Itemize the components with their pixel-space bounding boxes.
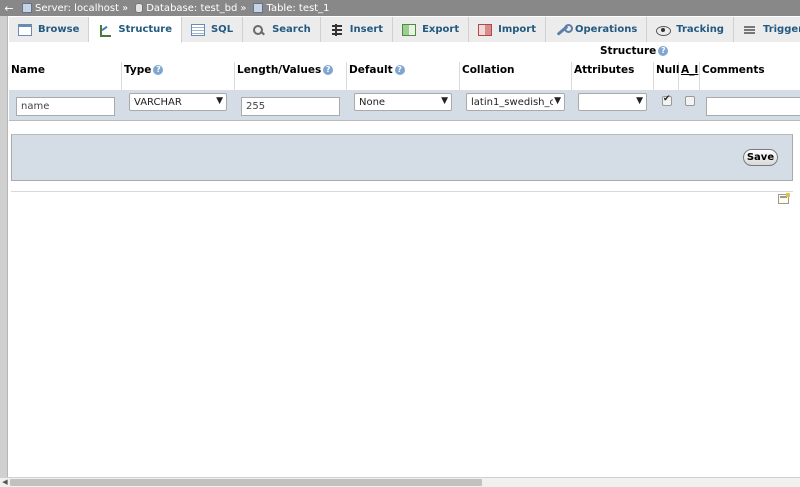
table-icon (253, 3, 264, 13)
tab-label: Import (498, 24, 536, 35)
caption-text: Structure (600, 45, 657, 57)
tab-export[interactable]: Export (393, 17, 470, 42)
server-icon (22, 3, 32, 13)
column-header-null: Null (654, 62, 679, 90)
scroll-left-arrow-icon[interactable]: ◀ (0, 478, 10, 487)
chevron-down-icon: ▼ (554, 94, 561, 109)
save-button[interactable]: Save (743, 149, 778, 166)
default-value: None (359, 97, 386, 108)
collation-select[interactable]: latin1_swedish_ci ▼ (466, 93, 565, 111)
breadcrumb-separator: » (122, 2, 129, 14)
column-header-name: Name (9, 62, 122, 90)
tab-label: SQL (210, 24, 234, 35)
chevron-down-icon: ▼ (441, 96, 448, 106)
structure-icon (98, 24, 112, 37)
header-label: Length/Values (237, 64, 322, 76)
operations-icon (555, 23, 573, 36)
length-input[interactable]: 255 (241, 97, 340, 116)
help-icon[interactable]: ? (394, 65, 405, 75)
tab-label: Export (422, 24, 460, 35)
tab-search[interactable]: Search (243, 17, 321, 42)
divider (11, 191, 793, 192)
scrollbar-thumb[interactable] (10, 479, 482, 486)
type-select[interactable]: VARCHAR ▼ (129, 93, 227, 111)
export-icon (402, 23, 417, 36)
chevron-down-icon: ▼ (216, 96, 223, 106)
tab-import[interactable]: Import (469, 17, 546, 42)
name-input[interactable]: name (16, 97, 115, 116)
tab-label: Insert (349, 24, 384, 35)
column-header-default: Default? (347, 62, 460, 90)
column-header-attributes: Attributes (572, 62, 654, 90)
left-gutter (0, 16, 8, 477)
note-icon[interactable] (778, 193, 790, 204)
breadcrumb-separator: » (240, 2, 247, 14)
search-icon (252, 24, 266, 36)
tab-tracking[interactable]: Tracking (647, 17, 734, 42)
insert-icon (330, 23, 344, 36)
attributes-select[interactable]: ▼ (578, 93, 647, 111)
help-icon[interactable]: ? (153, 65, 164, 75)
save-panel (11, 134, 793, 181)
column-header-collation: Collation (460, 62, 572, 90)
tracking-icon (656, 24, 672, 36)
tab-label: Search (272, 24, 311, 35)
tab-sql[interactable]: SQL (181, 17, 244, 42)
null-checkbox[interactable] (662, 94, 672, 106)
header-label: A_I (681, 64, 699, 76)
tab-label: Operations (575, 24, 638, 35)
type-value: VARCHAR (134, 97, 182, 108)
collation-value: latin1_swedish_ci (471, 97, 553, 108)
header-label: Comments (702, 64, 765, 76)
tab-browse[interactable]: Browse (9, 17, 90, 42)
import-icon (478, 23, 493, 36)
header-label: Attributes (574, 64, 635, 76)
horizontal-scrollbar[interactable]: ◀ (0, 477, 800, 487)
tab-label: Structure (118, 24, 172, 35)
tab-label: Browse (38, 24, 80, 35)
table-icon (18, 23, 32, 36)
ai-checkbox[interactable] (685, 96, 695, 106)
database-icon (135, 3, 144, 13)
header-label: Collation (462, 64, 515, 76)
breadcrumb-server[interactable]: Server: localhost (35, 3, 119, 14)
column-header-length: Length/Values? (235, 62, 347, 90)
column-header-comments: Comments (700, 62, 800, 90)
column-header-ai: A_I (679, 62, 700, 90)
tab-insert[interactable]: Insert (320, 17, 394, 42)
tab-structure[interactable]: Structure (89, 17, 182, 43)
sql-icon (190, 23, 205, 36)
triggers-icon (743, 24, 757, 36)
tab-label: Tracking (676, 24, 724, 35)
chevron-down-icon: ▼ (636, 96, 643, 106)
table-caption: Structure ? (600, 45, 669, 57)
column-header-type: Type? (122, 62, 235, 90)
help-icon[interactable]: ? (658, 46, 669, 56)
tab-label: Triggers (762, 24, 800, 35)
breadcrumb-database[interactable]: Database: test_bd (146, 3, 237, 14)
header-label: Default (349, 64, 393, 76)
header-label: Type (124, 64, 152, 76)
tab-operations[interactable]: Operations (546, 17, 648, 42)
help-icon[interactable]: ? (323, 65, 334, 75)
tab-triggers[interactable]: Triggers (733, 17, 800, 42)
header-label: Null (656, 64, 680, 76)
breadcrumb-table[interactable]: Table: test_1 (266, 3, 329, 14)
tab-bar: Browse Structure SQL Search Insert Expor… (9, 17, 800, 43)
header-label: Name (11, 64, 45, 76)
default-select[interactable]: None ▼ (354, 93, 452, 111)
breadcrumb: ← Server: localhost » Database: test_bd … (0, 0, 800, 16)
back-arrow-icon[interactable]: ← (0, 2, 18, 15)
comments-input[interactable] (706, 97, 800, 116)
